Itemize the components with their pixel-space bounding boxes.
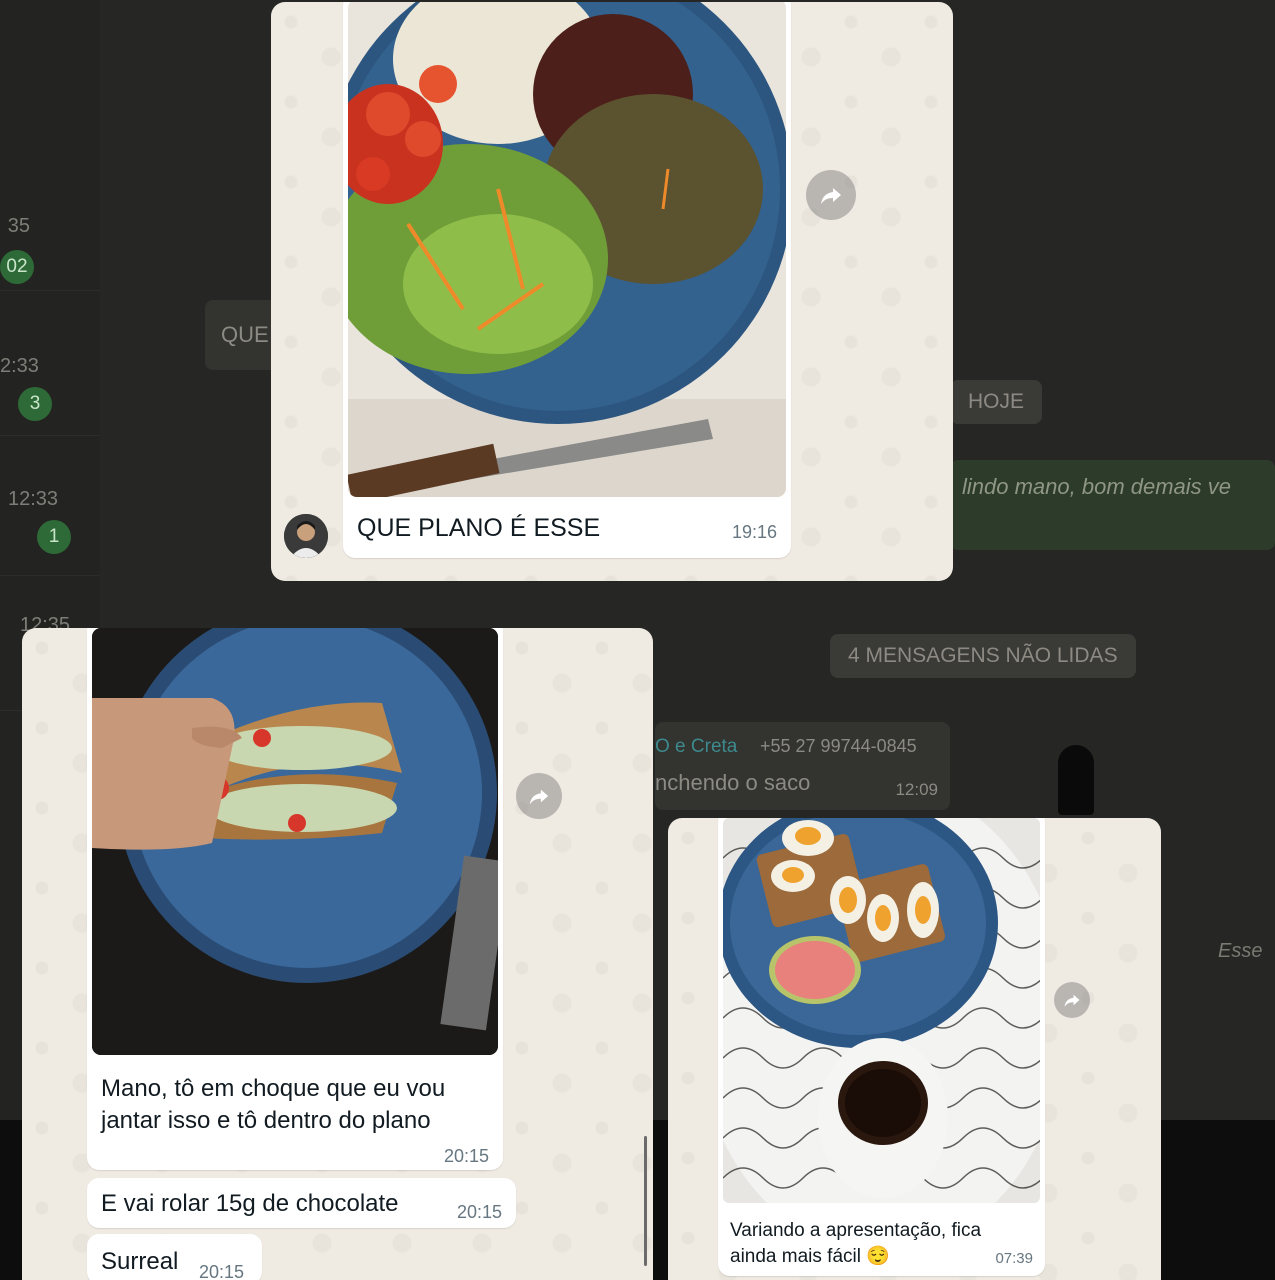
scrollbar[interactable] bbox=[644, 1136, 647, 1266]
screenshot-card-right: Variando a apresentação, fica ainda mais… bbox=[668, 818, 1161, 1280]
message-timestamp: 20:15 bbox=[199, 1262, 245, 1280]
profile-avatar[interactable] bbox=[284, 514, 328, 558]
unread-messages-pill: 4 MENSAGENS NÃO LIDAS bbox=[830, 634, 1136, 678]
background-group-message: O e Creta +55 27 99744-0845 nchendo o sa… bbox=[655, 722, 950, 810]
text-message-bubble[interactable]: E vai rolar 15g de chocolate 20:15 bbox=[87, 1178, 516, 1228]
message-timestamp: 07:39 bbox=[995, 1250, 1033, 1267]
date-pill: HOJE bbox=[950, 380, 1043, 424]
photo-tacos-plate bbox=[92, 628, 498, 1055]
message-timestamp: 20:15 bbox=[456, 1202, 502, 1222]
chat-list-time: 2:33 bbox=[0, 355, 39, 377]
image-caption: Mano, tô em choque que eu vou jantar iss… bbox=[101, 1075, 446, 1134]
background-snippet: Esse bbox=[1218, 940, 1263, 962]
unread-badge: 02 bbox=[0, 250, 34, 284]
unread-badge: 3 bbox=[18, 387, 52, 421]
image-message-bubble[interactable]: QUE PLANO É ESSE 19:16 bbox=[343, 2, 791, 558]
image-message-bubble[interactable]: Mano, tô em choque que eu vou jantar iss… bbox=[87, 628, 503, 1170]
group-message-text: nchendo o saco bbox=[655, 770, 811, 795]
forward-icon bbox=[529, 789, 549, 805]
image-caption: QUE PLANO É ESSE bbox=[357, 514, 601, 542]
message-timestamp: 20:15 bbox=[443, 1146, 489, 1166]
chat-list-item[interactable]: 35 02 bbox=[0, 170, 100, 291]
chat-list-item[interactable]: 2:33 3 bbox=[0, 315, 100, 436]
food-photo-bowl[interactable] bbox=[348, 2, 786, 497]
screenshot-card-left: Mano, tô em choque que eu vou jantar iss… bbox=[22, 628, 653, 1280]
photo-eggs-toast-guava bbox=[723, 818, 1040, 1203]
background-outgoing-message: lindo mano, bom demais ve bbox=[950, 460, 1275, 550]
background-caption: QUE bbox=[221, 322, 269, 347]
image-caption: Variando a apresentação, fica ainda mais… bbox=[730, 1220, 982, 1267]
chat-list-time: 12:33 bbox=[8, 488, 59, 510]
forward-button[interactable] bbox=[1054, 982, 1090, 1018]
forward-button[interactable] bbox=[516, 773, 562, 819]
group-message-time: 12:09 bbox=[895, 780, 938, 799]
background-message-text: lindo mano, bom demais ve bbox=[962, 474, 1232, 499]
background-dark-shape bbox=[1058, 745, 1094, 815]
food-photo-breakfast[interactable] bbox=[723, 818, 1040, 1203]
image-message-bubble[interactable]: Variando a apresentação, fica ainda mais… bbox=[718, 818, 1045, 1276]
avatar-icon bbox=[284, 514, 328, 558]
screenshot-card-top: QUE PLANO É ESSE 19:16 bbox=[271, 2, 953, 581]
message-timestamp: 19:16 bbox=[731, 522, 777, 542]
chat-list-time: 35 bbox=[7, 215, 30, 237]
group-sender-phone: +55 27 99744-0845 bbox=[760, 736, 917, 756]
message-text: Surreal bbox=[101, 1248, 179, 1275]
unread-badge: 1 bbox=[37, 520, 71, 554]
text-message-bubble[interactable]: Surreal 20:15 bbox=[87, 1234, 262, 1280]
message-text: E vai rolar 15g de chocolate bbox=[101, 1190, 399, 1217]
group-sender-name: O e Creta bbox=[655, 736, 738, 757]
forward-icon bbox=[1064, 994, 1080, 1007]
photo-rice-beans-salad bbox=[348, 2, 786, 497]
forward-button[interactable] bbox=[806, 170, 856, 220]
forward-icon bbox=[821, 188, 841, 204]
food-photo-tacos[interactable] bbox=[92, 628, 498, 1055]
chat-list-item[interactable]: 12:33 1 bbox=[0, 455, 100, 576]
